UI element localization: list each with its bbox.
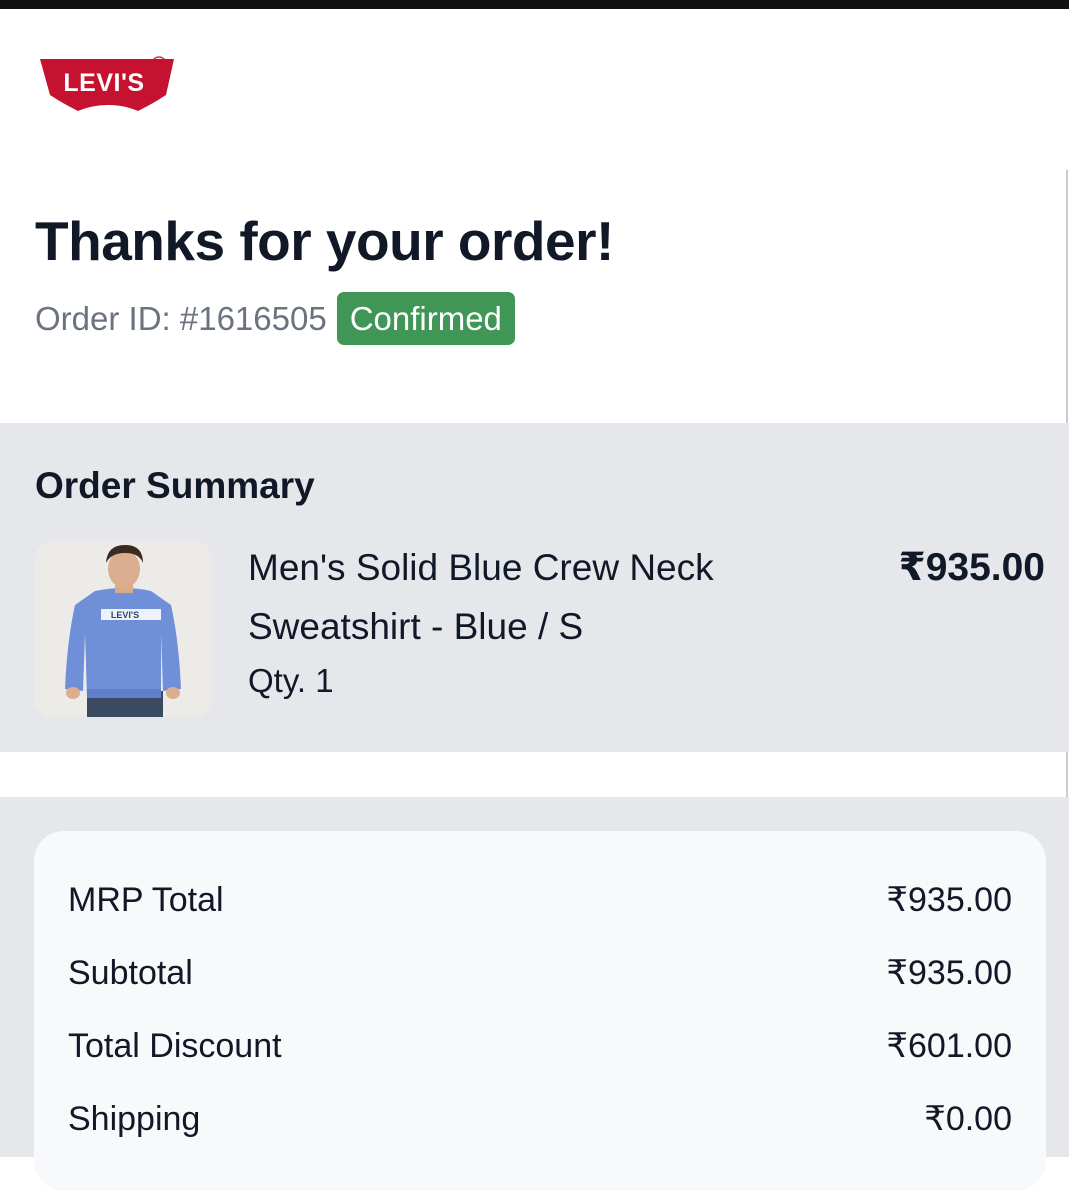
- product-image[interactable]: LEVI'S: [35, 541, 212, 717]
- svg-text:LEVI'S: LEVI'S: [63, 69, 144, 97]
- order-id: Order ID: #1616505: [35, 299, 327, 337]
- order-summary-heading: Order Summary: [35, 465, 315, 506]
- row-label: Total Discount: [68, 1026, 282, 1065]
- svg-text:LEVI'S: LEVI'S: [111, 610, 139, 620]
- levis-logo[interactable]: LEVI'S R: [38, 55, 178, 117]
- total-discount-row: Total Discount ₹601.00: [68, 1022, 1012, 1070]
- row-label: Shipping: [68, 1099, 201, 1138]
- row-value: ₹935.00: [886, 881, 1012, 919]
- top-status-bar: [0, 0, 1069, 9]
- row-label: MRP Total: [68, 880, 224, 919]
- levis-batwing-logo: LEVI'S R: [40, 56, 174, 111]
- status-badge: Confirmed: [336, 292, 515, 345]
- shipping-row: Shipping ₹0.00: [68, 1095, 1012, 1143]
- product-name[interactable]: Men's Solid Blue Crew Neck Sweatshirt - …: [248, 538, 848, 656]
- svg-text:R: R: [155, 60, 162, 71]
- page-title: Thanks for your order!: [35, 210, 614, 272]
- product-price: ₹935.00: [898, 546, 1045, 589]
- row-value: ₹0.00: [924, 1100, 1012, 1138]
- product-quantity: Qty. 1: [248, 662, 334, 699]
- sweatshirt-model-image: LEVI'S: [35, 541, 212, 717]
- row-label: Subtotal: [68, 953, 193, 992]
- mrp-total-row: MRP Total ₹935.00: [68, 876, 1012, 924]
- subtotal-row: Subtotal ₹935.00: [68, 949, 1012, 997]
- order-info: Order ID: #1616505 Confirmed: [35, 292, 515, 345]
- row-value: ₹601.00: [886, 1027, 1012, 1065]
- row-value: ₹935.00: [886, 954, 1012, 992]
